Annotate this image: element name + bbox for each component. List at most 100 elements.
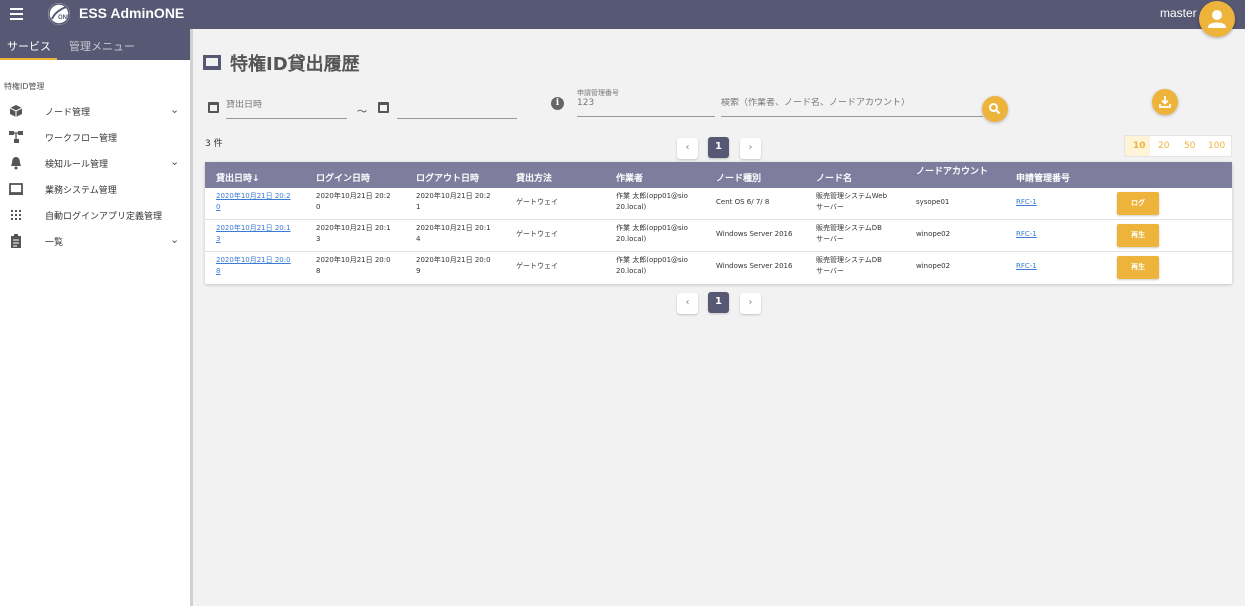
column-header-worker[interactable]: 作業者	[616, 171, 643, 184]
date-to-input[interactable]	[397, 100, 517, 110]
per-page-option[interactable]: 20	[1158, 141, 1169, 151]
column-header-request-number[interactable]: 申請管理番号	[1016, 171, 1070, 184]
replay-button[interactable]: 再生	[1117, 256, 1159, 279]
calendar-icon[interactable]	[378, 102, 389, 113]
sidebar-item-label: 検知ルール管理	[45, 160, 109, 170]
column-header-lend-method[interactable]: 貸出方法	[516, 171, 552, 184]
sidebar-item-label: 自動ログインアプリ定義管理	[45, 212, 163, 222]
request-number-link[interactable]: RFC-1	[1016, 197, 1037, 208]
request-number-input[interactable]	[577, 98, 715, 108]
request-number-field[interactable]	[577, 98, 715, 117]
cell-login-datetime: 2020年10月21日 20:0 8	[316, 256, 391, 275]
top-app-bar: ONE ESS AdminONE master	[0, 0, 1245, 37]
cube-icon	[9, 105, 23, 117]
calendar-icon[interactable]	[208, 102, 219, 113]
sidebar-item-auto-login-app-management[interactable]: 自動ログインアプリ定義管理	[0, 202, 190, 228]
download-button[interactable]	[1152, 89, 1178, 115]
request-number-link[interactable]: RFC-1	[1016, 261, 1037, 272]
app-title: ESS AdminONE	[79, 5, 185, 21]
search-button[interactable]	[982, 96, 1008, 122]
lend-datetime-link[interactable]: 3	[216, 235, 220, 243]
pager-page-button[interactable]: 1	[708, 292, 729, 313]
system-icon	[9, 183, 23, 195]
apps-icon	[11, 210, 21, 220]
sidebar-item-label: ノード管理	[45, 108, 91, 118]
sidebar-item-label: ワークフロー管理	[45, 134, 118, 144]
pager-prev-button[interactable]: ‹	[677, 138, 698, 159]
bell-icon	[11, 157, 21, 170]
cell-lend-method: ゲートウェイ	[516, 230, 558, 238]
cell-login-datetime: 2020年10月21日 20:2 0	[316, 192, 391, 211]
tab-service[interactable]: サービス	[7, 38, 51, 54]
date-to-field[interactable]	[397, 100, 517, 119]
sidebar: サービス 管理メニュー 特権ID管理 ノード管理 ⌄ ワークフロー管理 検知ルー…	[0, 29, 193, 606]
column-header-node-account[interactable]: ノードアカウント	[916, 164, 988, 177]
cell-worker: 作業 太郎(opp01@sio 20.local)	[616, 224, 688, 243]
pager-page-button[interactable]: 1	[708, 137, 729, 158]
sidebar-item-list[interactable]: 一覧 ⌄	[0, 228, 190, 254]
cell-node-account: winope02	[916, 262, 951, 270]
lend-datetime-link[interactable]: 2020年10月21日 20:1	[216, 224, 291, 232]
table-row: 2020年10月21日 20:1 3 2020年10月21日 20:1 3 2020…	[205, 220, 1232, 252]
table-row: 2020年10月21日 20:0 8 2020年10月21日 20:0 8 2020…	[205, 252, 1232, 284]
user-avatar[interactable]	[1199, 1, 1235, 37]
clipboard-icon	[11, 234, 21, 248]
menu-icon[interactable]	[10, 8, 23, 20]
cell-node-account: winope02	[916, 230, 951, 238]
tab-admin-menu[interactable]: 管理メニュー	[69, 38, 135, 54]
sidebar-item-business-system-management[interactable]: 業務システム管理	[0, 176, 190, 202]
cell-login-datetime: 2020年10月21日 20:1 3	[316, 224, 391, 243]
column-header-lend-datetime[interactable]: 貸出日時↓	[216, 171, 260, 184]
date-range-separator: ～	[357, 107, 367, 118]
column-header-node-name[interactable]: ノード名	[816, 171, 852, 184]
app-logo: ONE	[48, 3, 70, 25]
info-icon[interactable]: i	[551, 97, 564, 110]
sidebar-item-label: 業務システム管理	[45, 186, 117, 196]
cell-node-name: 販売管理システムWeb サーバー	[816, 192, 888, 211]
per-page-option[interactable]: 10	[1133, 141, 1146, 151]
cell-node-type: Windows Server 2016	[716, 262, 793, 270]
per-page-option[interactable]: 50	[1184, 141, 1195, 151]
column-header-node-type[interactable]: ノード種別	[716, 171, 761, 184]
column-header-logout-datetime[interactable]: ログアウト日時	[416, 171, 479, 184]
workflow-icon	[9, 131, 23, 143]
sidebar-item-workflow-management[interactable]: ワークフロー管理	[0, 124, 190, 150]
per-page-option[interactable]: 100	[1208, 141, 1225, 151]
cell-node-name: 販売管理システムDB サーバー	[816, 224, 882, 243]
cell-node-name: 販売管理システムDB サーバー	[816, 256, 882, 275]
log-button[interactable]: ログ	[1117, 192, 1159, 215]
cell-logout-datetime: 2020年10月21日 20:1 4	[416, 224, 491, 243]
tab-indicator	[0, 58, 57, 60]
search-icon	[989, 103, 1001, 115]
pager-prev-button[interactable]: ‹	[677, 293, 698, 314]
cell-lend-datetime[interactable]: 2020年10月21日 20:2 0	[216, 191, 291, 213]
cell-node-type: Cent OS 6/ 7/ 8	[716, 198, 770, 206]
person-icon	[1208, 10, 1226, 28]
column-header-login-datetime[interactable]: ログイン日時	[316, 171, 370, 184]
keyword-search-field[interactable]	[721, 98, 983, 117]
chevron-down-icon: ⌄	[170, 155, 180, 168]
search-input[interactable]	[721, 98, 983, 108]
sidebar-item-node-management[interactable]: ノード管理 ⌄	[0, 98, 190, 124]
cell-lend-datetime[interactable]: 2020年10月21日 20:1 3	[216, 223, 291, 245]
cell-node-account: sysope01	[916, 198, 950, 206]
page-title: 特権ID貸出履歴	[230, 54, 360, 75]
cell-worker: 作業 太郎(opp01@sio 20.local)	[616, 192, 688, 211]
sidebar-item-label: 一覧	[45, 238, 64, 248]
request-number-link[interactable]: RFC-1	[1016, 229, 1037, 240]
date-from-field[interactable]	[226, 100, 347, 119]
date-from-input[interactable]	[226, 100, 347, 110]
lending-history-table: 貸出日時↓ ログイン日時 ログアウト日時 貸出方法 作業者 ノード種別 ノード名…	[205, 162, 1232, 284]
cell-lend-datetime[interactable]: 2020年10月21日 20:0 8	[216, 255, 291, 277]
lend-datetime-link[interactable]: 0	[216, 203, 220, 211]
user-name: master	[1160, 6, 1197, 20]
pager-next-button[interactable]: ›	[740, 293, 761, 314]
lend-datetime-link[interactable]: 2020年10月21日 20:0	[216, 256, 291, 264]
sidebar-section-title: 特権ID管理	[4, 82, 45, 91]
pager-next-button[interactable]: ›	[740, 138, 761, 159]
replay-button[interactable]: 再生	[1117, 224, 1159, 247]
sidebar-item-detection-rule-management[interactable]: 検知ルール管理 ⌄	[0, 150, 190, 176]
lend-datetime-link[interactable]: 8	[216, 267, 220, 275]
svg-text:ONE: ONE	[58, 15, 70, 21]
lend-datetime-link[interactable]: 2020年10月21日 20:2	[216, 192, 291, 200]
